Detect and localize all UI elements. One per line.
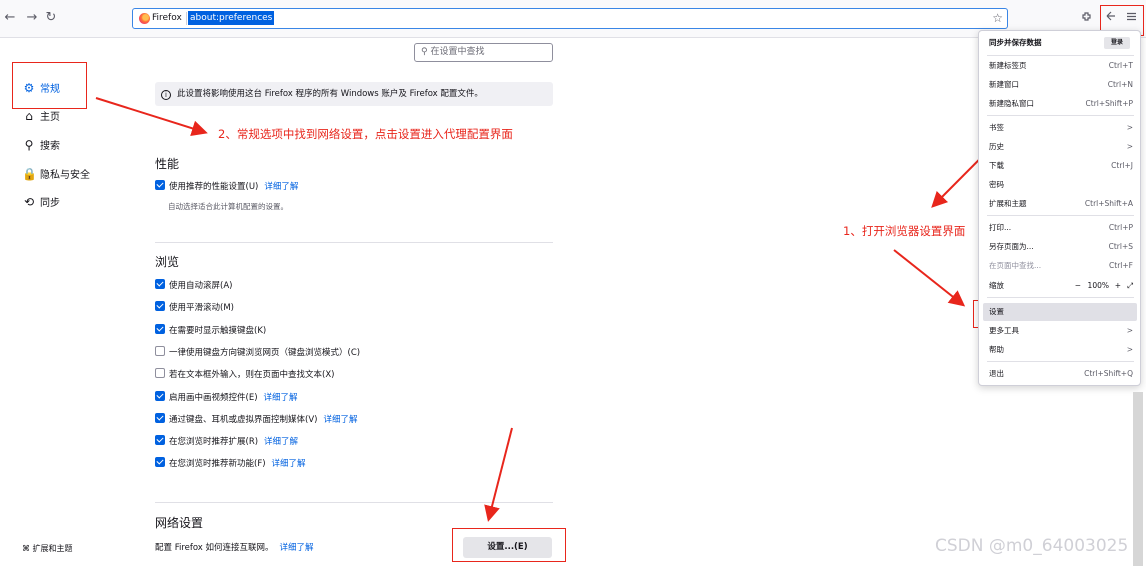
menu-item-label: 新建隐私窗口 [989,99,1034,108]
menu-item-shortcut: Ctrl+Shift+P [1085,99,1133,108]
zoom-level[interactable]: 100% [1088,279,1109,293]
menu-item-downloads[interactable]: 下载 Ctrl+J [989,159,1133,173]
menu-item-new-window[interactable]: 新建窗口 Ctrl+N [989,78,1133,92]
menu-item-bookmarks[interactable]: 书签 > [989,121,1133,135]
menu-item-new-tab[interactable]: 新建标签页 Ctrl+T [989,59,1133,73]
menu-item-label: 历史 [989,142,1004,151]
menu-item-shortcut: Ctrl+Shift+Q [1084,369,1133,378]
menu-item-label: 书签 [989,123,1004,132]
menu-separator [987,115,1134,116]
menu-item-shortcut: Ctrl+F [1109,261,1133,270]
menu-item-shortcut: Ctrl+Shift+A [1084,199,1133,208]
menu-item-label: 扩展和主题 [989,199,1027,208]
page-scrollbar[interactable] [1133,392,1143,566]
menu-item-label: 更多工具 [989,326,1019,335]
menu-item-label: 退出 [989,369,1004,378]
menu-item-exit[interactable]: 退出 Ctrl+Shift+Q [989,367,1133,381]
menu-item-settings[interactable]: 设置 [989,305,1133,319]
menu-item-label: 新建标签页 [989,61,1027,70]
menu-item-label: 帮助 [989,345,1004,354]
chevron-right-icon: > [1126,123,1133,132]
menu-item-save-page[interactable]: 另存页面为... Ctrl+S [989,240,1133,254]
arrow-to-settings-button [484,427,513,522]
menu-item-help[interactable]: 帮助 > [989,343,1133,357]
menu-item-more-tools[interactable]: 更多工具 > [989,324,1133,338]
chevron-right-icon: > [1126,142,1133,151]
arrow-to-annotation-step2 [95,97,208,137]
zoom-label: 缩放 [989,281,1004,290]
menu-item-label: 下载 [989,161,1004,170]
zoom-in-button[interactable]: + [1115,279,1121,293]
menu-separator [987,55,1134,56]
arrow-to-menu-settings [893,249,966,307]
menu-item-label: 在页面中查找... [989,261,1042,270]
chevron-right-icon: > [1126,345,1133,354]
menu-sync-signin-button[interactable]: 登录 [1104,37,1130,49]
menu-item-shortcut: Ctrl+J [1111,161,1133,170]
menu-item-find-in-page[interactable]: 在页面中查找... Ctrl+F [989,259,1133,273]
menu-item-shortcut: Ctrl+T [1108,61,1133,70]
menu-item-new-private-window[interactable]: 新建隐私窗口 Ctrl+Shift+P [989,97,1133,111]
app-menu-panel: 同步并保存数据 登录 新建标签页 Ctrl+T 新建窗口 Ctrl+N 新建隐私窗口… [978,30,1141,386]
menu-item-shortcut: Ctrl+N [1107,80,1133,89]
menu-item-passwords[interactable]: 密码 [989,178,1133,192]
chevron-right-icon: > [1126,326,1133,335]
menu-item-label: 密码 [989,180,1004,189]
watermark: CSDN @m0_64003025 [935,536,1129,556]
menu-item-label: 另存页面为... [989,242,1034,251]
menu-item-history[interactable]: 历史 > [989,140,1133,154]
zoom-out-button[interactable]: − [1075,279,1081,293]
menu-zoom-row: 缩放 − 100% + ⤢ [989,279,1133,293]
menu-item-label: 新建窗口 [989,80,1019,89]
menu-separator [987,215,1134,216]
menu-item-shortcut: Ctrl+S [1108,242,1133,251]
annotation-arrows [95,33,1105,522]
fullscreen-icon[interactable]: ⤢ [1127,279,1133,293]
menu-item-label: 打印... [989,223,1012,232]
menu-separator [987,297,1134,298]
menu-item-print[interactable]: 打印... Ctrl+P [989,221,1133,235]
menu-item-addons-themes[interactable]: 扩展和主题 Ctrl+Shift+A [989,197,1133,211]
menu-item-shortcut: Ctrl+P [1108,223,1133,232]
menu-separator [987,361,1134,362]
